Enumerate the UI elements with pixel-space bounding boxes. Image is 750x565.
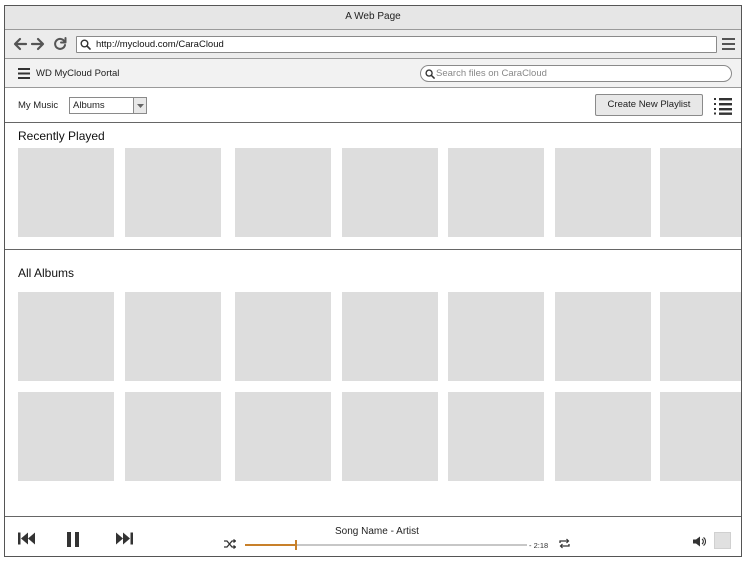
album-tile[interactable] bbox=[235, 392, 331, 481]
hamburger-menu-icon[interactable] bbox=[18, 68, 30, 79]
progress-fill bbox=[245, 544, 296, 546]
progress-track[interactable] bbox=[245, 540, 527, 550]
search-icon bbox=[80, 39, 91, 50]
url-input[interactable]: http://mycloud.com/CaraCloud bbox=[76, 36, 717, 53]
time-remaining: - 2:18 bbox=[529, 541, 549, 550]
album-tile[interactable] bbox=[125, 148, 221, 237]
address-bar: http://mycloud.com/CaraCloud bbox=[5, 30, 741, 59]
recently-played-title: Recently Played bbox=[18, 129, 105, 143]
forward-arrow-icon[interactable] bbox=[30, 36, 46, 52]
song-title: Song Name - Artist bbox=[335, 526, 419, 537]
chevron-down-icon[interactable] bbox=[133, 98, 146, 113]
window-title: A Web Page bbox=[5, 6, 741, 30]
section-divider bbox=[5, 249, 741, 250]
shuffle-icon[interactable] bbox=[224, 539, 236, 549]
music-toolbar: My Music Albums Create New Playlist bbox=[5, 88, 741, 123]
album-tile[interactable] bbox=[555, 148, 651, 237]
search-placeholder: Search files on CaraCloud bbox=[436, 68, 547, 79]
album-tile[interactable] bbox=[18, 392, 114, 481]
portal-header: WD MyCloud Portal Search files on CaraCl… bbox=[5, 59, 741, 88]
album-tile[interactable] bbox=[235, 292, 331, 381]
view-select-value: Albums bbox=[73, 100, 105, 111]
next-track-icon[interactable] bbox=[115, 532, 133, 545]
volume-slider[interactable] bbox=[714, 532, 731, 549]
album-tile[interactable] bbox=[18, 292, 114, 381]
pause-icon[interactable] bbox=[67, 532, 79, 547]
album-tile[interactable] bbox=[660, 392, 741, 481]
album-tile[interactable] bbox=[660, 148, 741, 237]
music-player: Song Name - Artist - 2:18 bbox=[5, 516, 741, 556]
browser-window: A Web Page http://mycloud.com/CaraCloud bbox=[4, 5, 742, 557]
search-input[interactable]: Search files on CaraCloud bbox=[420, 65, 732, 82]
my-music-label: My Music bbox=[18, 100, 59, 111]
hamburger-menu-icon[interactable] bbox=[722, 38, 735, 50]
search-icon bbox=[425, 69, 435, 79]
back-arrow-icon[interactable] bbox=[12, 36, 28, 52]
album-tile[interactable] bbox=[555, 292, 651, 381]
album-tile[interactable] bbox=[342, 392, 438, 481]
album-tile[interactable] bbox=[235, 148, 331, 237]
all-albums-title: All Albums bbox=[18, 266, 75, 280]
album-tile[interactable] bbox=[125, 392, 221, 481]
album-tile[interactable] bbox=[448, 392, 544, 481]
list-view-icon[interactable] bbox=[714, 97, 732, 115]
album-tile[interactable] bbox=[125, 292, 221, 381]
album-tile[interactable] bbox=[342, 148, 438, 237]
reload-icon[interactable] bbox=[52, 36, 68, 52]
repeat-icon[interactable] bbox=[558, 538, 571, 549]
album-tile[interactable] bbox=[660, 292, 741, 381]
volume-icon[interactable] bbox=[693, 536, 706, 547]
url-text: http://mycloud.com/CaraCloud bbox=[96, 39, 224, 50]
album-tile[interactable] bbox=[448, 148, 544, 237]
album-tile[interactable] bbox=[342, 292, 438, 381]
portal-title: WD MyCloud Portal bbox=[36, 68, 120, 79]
view-select[interactable]: Albums bbox=[69, 97, 147, 114]
create-playlist-button[interactable]: Create New Playlist bbox=[595, 94, 703, 116]
album-tile[interactable] bbox=[448, 292, 544, 381]
previous-track-icon[interactable] bbox=[18, 532, 36, 545]
album-tile[interactable] bbox=[18, 148, 114, 237]
album-tile[interactable] bbox=[555, 392, 651, 481]
progress-handle[interactable] bbox=[294, 540, 297, 550]
